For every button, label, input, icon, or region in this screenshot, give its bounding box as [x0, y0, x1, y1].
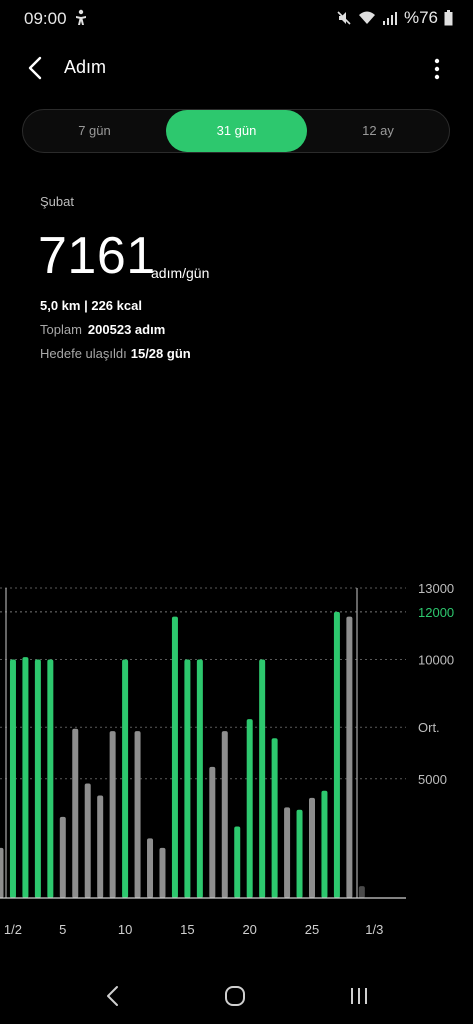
chart-bar[interactable] [259, 659, 266, 898]
chart-bar[interactable] [59, 816, 66, 898]
y-tick-label: 13000 [418, 581, 454, 596]
y-tick-label: Ort. [418, 720, 440, 735]
chart-bar[interactable] [246, 719, 253, 898]
average-steps-unit: adım/gün [151, 265, 210, 281]
chart-bar[interactable] [147, 838, 154, 898]
chart-bar[interactable] [171, 616, 178, 898]
wifi-icon [358, 11, 375, 24]
total-value: 200523 adım [87, 322, 166, 337]
chart-bar[interactable] [72, 728, 79, 898]
tab-31-days[interactable]: 31 gün [166, 110, 307, 152]
tab-12-months[interactable]: 12 ay [307, 110, 449, 152]
total-steps-row: Toplam 200523 adım [40, 322, 165, 337]
nav-recents-icon[interactable] [348, 984, 370, 1008]
tab-7-days[interactable]: 7 gün [23, 110, 166, 152]
chart-bar[interactable] [209, 766, 216, 898]
chart-bar[interactable] [271, 738, 278, 898]
status-right-group: %76 [336, 8, 453, 27]
status-time: 09:00 [24, 9, 67, 28]
chart-bar[interactable] [196, 659, 203, 898]
x-tick-label: 20 [242, 922, 256, 937]
signal-icon [382, 12, 397, 25]
goal-row: Hedefe ulaşıldı 15/28 gün [40, 346, 191, 361]
x-tick-label: 15 [180, 922, 194, 937]
chart-bar[interactable] [221, 731, 228, 898]
total-label: Toplam [40, 322, 82, 337]
period-label: Şubat [40, 194, 74, 209]
chart-bar[interactable] [358, 886, 365, 898]
x-tick-label: 10 [118, 922, 132, 937]
chart-bar[interactable] [22, 657, 29, 898]
chart-bar[interactable] [184, 659, 191, 898]
nav-back-icon[interactable] [104, 984, 122, 1008]
chart-bar[interactable] [109, 731, 116, 898]
distance-calories: 5,0 km | 226 kcal [40, 298, 142, 313]
chart-bar[interactable] [333, 611, 340, 898]
chart-bar[interactable] [321, 790, 328, 898]
y-tick-label: 10000 [418, 653, 454, 668]
accessibility-icon [76, 9, 86, 25]
x-tick-label: 5 [59, 922, 66, 937]
app-bar: Adım [0, 44, 473, 92]
chart-bar[interactable] [309, 797, 315, 898]
chart-bar[interactable] [97, 795, 104, 898]
steps-bar-chart[interactable]: 13000 12000 10000 Ort. 5000 1/2 5 10 15 20 25 1/3 [0, 570, 473, 950]
mute-icon [337, 11, 351, 25]
chart-bar[interactable] [159, 847, 166, 898]
more-vert-icon[interactable] [427, 56, 447, 82]
x-tick-label: 25 [305, 922, 319, 937]
system-nav-bar [0, 972, 473, 1024]
average-steps-value: 7161 [38, 227, 156, 285]
chart-bar[interactable] [34, 659, 41, 898]
goal-label: Hedefe ulaşıldı [40, 346, 127, 361]
y-tick-label: 5000 [418, 772, 447, 787]
x-tick-label: 1/3 [365, 922, 383, 937]
chart-bar[interactable] [284, 807, 291, 898]
chart-bar[interactable] [296, 809, 303, 898]
chart-bar[interactable] [47, 659, 54, 898]
chart-bar[interactable] [134, 731, 141, 898]
chart-bar[interactable] [84, 783, 91, 898]
chart-bar[interactable] [0, 847, 4, 898]
nav-home-icon[interactable] [223, 984, 247, 1008]
x-tick-label: 1/2 [4, 922, 22, 937]
chart-bar[interactable] [234, 826, 241, 898]
battery-percent: %76 [403, 8, 438, 27]
chart-bar[interactable] [346, 616, 353, 898]
period-tabs: 7 gün 31 gün 12 ay [22, 109, 450, 153]
y-tick-label: 12000 [418, 605, 454, 620]
back-arrow-icon[interactable] [24, 54, 48, 82]
battery-icon [444, 10, 453, 26]
chart-bar[interactable] [9, 659, 16, 898]
status-bar: 09:00 %76 [0, 0, 473, 36]
page-title: Adım [64, 57, 107, 77]
chart-bar[interactable] [122, 659, 129, 898]
goal-value: 15/28 gün [130, 346, 191, 361]
